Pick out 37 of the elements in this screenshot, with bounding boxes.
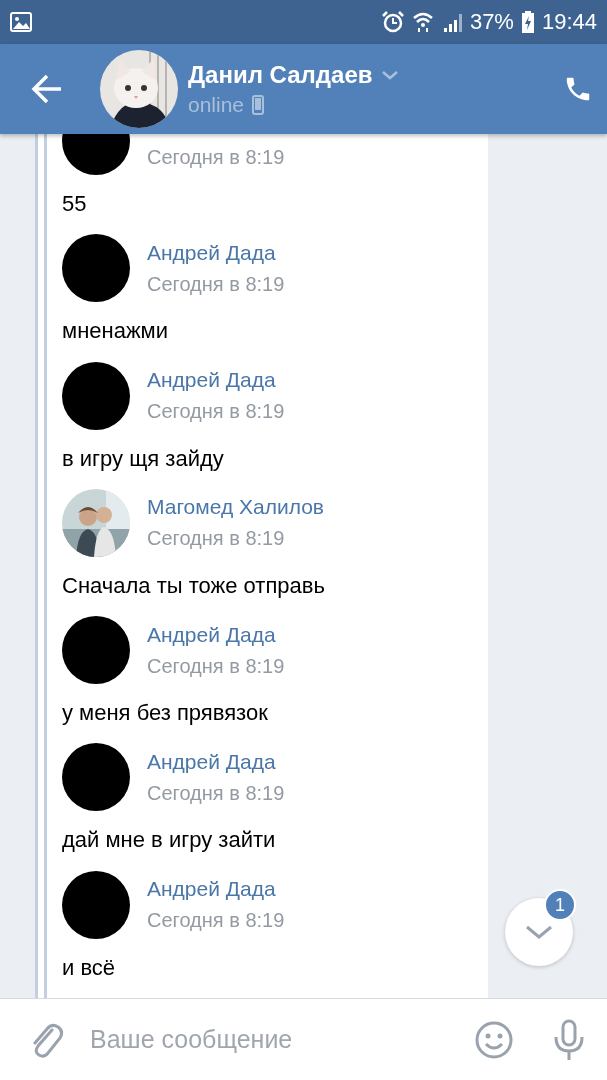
message-text: мненажми [62, 317, 170, 346]
emoji-icon[interactable] [475, 1020, 513, 1059]
sender-name[interactable]: Андрей Дада [147, 368, 285, 393]
message-time: Сегодня в 8:19 [147, 654, 285, 678]
phone-device-icon [252, 95, 265, 115]
message-text: в игру щя зайду [62, 444, 225, 473]
alarm-icon [381, 11, 404, 33]
battery-percent: 37% [469, 9, 514, 35]
message-time: Сегодня в 8:19 [147, 400, 285, 424]
unread-count: 1 [544, 889, 576, 921]
message-text: у меня без прявязок [62, 699, 269, 728]
chevron-down-icon [524, 924, 554, 940]
contact-name[interactable]: Данил Салдаев [188, 61, 373, 89]
message-time: Сегодня в 8:19 [147, 909, 285, 933]
signal-icon [441, 12, 462, 32]
online-status: online [188, 93, 245, 117]
image-icon [10, 12, 32, 32]
battery-icon [521, 11, 534, 33]
wifi-icon [411, 11, 434, 33]
message-text: Сначала ты тоже отправь [62, 571, 326, 600]
message-time: Сегодня в 8:19 [147, 272, 285, 296]
scroll-down-button[interactable] [505, 898, 573, 966]
message-time: Сегодня в 8:19 [147, 527, 286, 551]
message-text: дай мне в игру зайти [62, 826, 277, 855]
sender-name[interactable]: Андрей Дада [147, 877, 285, 902]
clock-time: 19:44 [541, 9, 597, 35]
sender-name[interactable]: Андрей Дада [147, 749, 285, 774]
message-time: Сегодня в 8:19 [147, 781, 285, 805]
microphone-icon[interactable] [553, 1018, 585, 1061]
sender-name[interactable]: Андрей Дада [147, 622, 285, 647]
message-text: и всё [62, 953, 117, 982]
chevron-down-icon[interactable] [380, 70, 399, 80]
sender-name[interactable]: Магомед Халилов [147, 495, 325, 520]
message-text: 55 [62, 190, 88, 218]
message-time: Сегодня в 8:19 [147, 145, 285, 169]
back-arrow-icon[interactable] [30, 72, 64, 106]
sender-name[interactable]: Андрей Дада [147, 240, 285, 265]
